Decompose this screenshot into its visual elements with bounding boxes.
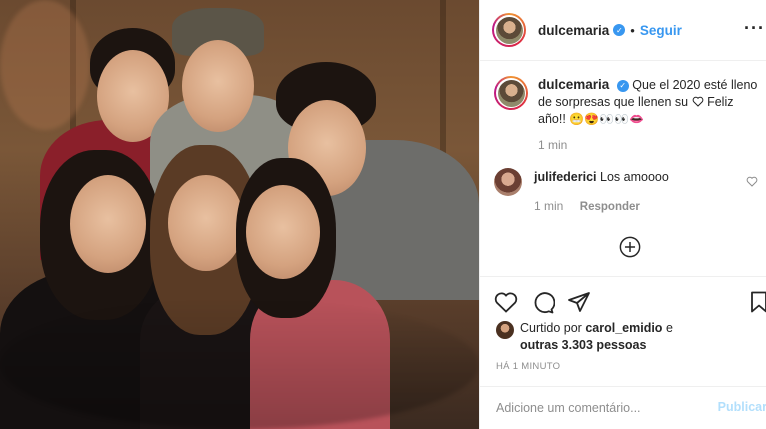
post-photo[interactable]: [0, 0, 479, 429]
reply-button[interactable]: Responder: [580, 201, 640, 213]
liker-username[interactable]: carol_emidio: [585, 321, 662, 335]
follow-button[interactable]: Seguir: [640, 23, 682, 38]
verified-badge-icon: ✓: [613, 24, 626, 36]
caption-username[interactable]: dulcemaria: [538, 77, 609, 92]
caption: dulcemaria ✓ Que el 2020 esté lleno de s…: [494, 76, 762, 152]
likes-summary: Curtido por carol_emidio e outras 3.303 …: [496, 320, 673, 354]
heart-outline-icon: [692, 96, 703, 107]
comment-icon[interactable]: [531, 291, 555, 315]
likes-others-link[interactable]: outras 3.303 pessoas: [520, 338, 646, 352]
likes-prefix: Curtido por: [520, 321, 582, 335]
caption-time: 1 min: [538, 138, 568, 152]
caption-avatar[interactable]: [494, 76, 528, 110]
person-face: [168, 175, 244, 271]
post-header: dulcemaria ✓ • Seguir ···: [480, 0, 766, 61]
light-glow: [0, 0, 90, 130]
comment-text: Los amoooo: [600, 170, 669, 184]
post-details-panel: dulcemaria ✓ • Seguir ··· dulcemaria ✓ Q…: [479, 0, 766, 429]
author-username[interactable]: dulcemaria: [538, 23, 609, 38]
dot-separator: •: [630, 22, 635, 38]
photo-shade: [0, 300, 479, 429]
verified-badge-icon: ✓: [616, 79, 629, 92]
comment-item: julifederici Los amoooo 1 min Responder: [494, 168, 762, 215]
person-face: [70, 175, 146, 273]
caption-emojis: 😬😍👀👀👄: [569, 112, 645, 126]
plus-circle-icon[interactable]: [619, 236, 641, 258]
more-horizontal-icon[interactable]: ···: [744, 18, 765, 39]
person-face: [246, 185, 320, 279]
person-face: [182, 40, 254, 132]
commenter-avatar[interactable]: [494, 168, 522, 196]
liker-avatar[interactable]: [496, 321, 514, 339]
wall-panel: [440, 0, 446, 160]
publish-button[interactable]: Publicar: [718, 400, 766, 414]
like-comment-icon[interactable]: [746, 176, 758, 187]
author-avatar[interactable]: [492, 13, 526, 47]
caption-text: dulcemaria ✓ Que el 2020 esté lleno de s…: [538, 76, 762, 128]
comment-time: 1 min: [534, 199, 564, 213]
comment-input[interactable]: [494, 397, 698, 419]
add-comment-box: Publicar: [480, 386, 766, 429]
likes-suffix: e: [665, 321, 673, 335]
action-bar: [480, 276, 766, 326]
post-timestamp[interactable]: HÁ 1 MINUTO: [496, 361, 560, 372]
heart-icon[interactable]: [494, 291, 518, 313]
bookmark-icon[interactable]: [750, 291, 766, 313]
share-icon[interactable]: [567, 291, 591, 313]
commenter-username[interactable]: julifederici: [534, 170, 597, 184]
